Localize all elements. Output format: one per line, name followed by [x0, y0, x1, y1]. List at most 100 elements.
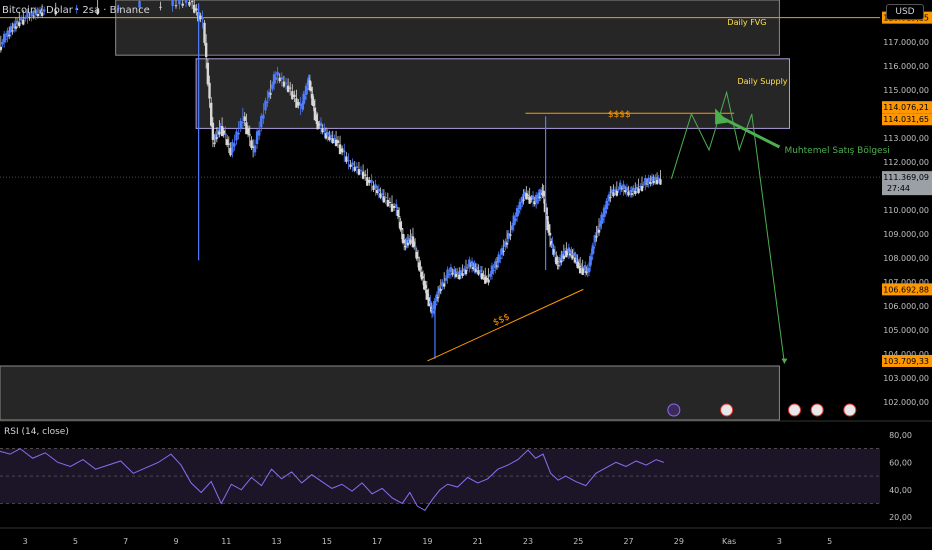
candle-body: [206, 62, 210, 85]
candle-body: [255, 131, 259, 144]
candle-body: [644, 177, 647, 185]
projection-arrowhead: [781, 358, 788, 364]
candle-body: [416, 257, 420, 259]
candle-body: [396, 210, 400, 216]
candle-body: [269, 93, 272, 95]
candle-body: [262, 114, 265, 119]
candle-body: [615, 190, 619, 196]
candle-body: [190, 1, 194, 3]
y-tick-label: 115.000,00: [883, 86, 929, 95]
y-tick-label: 110.000,00: [883, 206, 929, 215]
candle-body: [402, 240, 406, 244]
candle-body: [400, 228, 403, 230]
candle-body: [211, 122, 215, 140]
candle-body: [418, 262, 421, 271]
candle-body: [4, 38, 8, 40]
candle-body: [572, 253, 576, 256]
candle-body: [547, 224, 550, 233]
candle-body: [548, 232, 552, 236]
candle-body: [470, 261, 474, 266]
candle-body: [618, 182, 622, 190]
candle-body: [519, 205, 523, 207]
candle-body: [655, 180, 659, 184]
candle-body: [395, 204, 398, 208]
liquidity-label-top: $$$$: [608, 110, 631, 120]
candle-body: [580, 266, 583, 268]
candle-body: [634, 190, 637, 194]
candle-body: [424, 285, 427, 289]
liquidity-line-bottom: [427, 288, 584, 362]
chart-canvas[interactable]: Daily FVGDaily Supply$$$$$$$Muhtemel Sat…: [0, 0, 932, 550]
candle-body: [494, 261, 497, 269]
annotation-label: Muhtemel Satış Bölgesi: [784, 146, 889, 156]
candle-body: [199, 15, 202, 20]
x-tick-label: 19: [422, 537, 432, 546]
candle-body: [203, 22, 206, 43]
candle-body: [355, 166, 359, 168]
candle-body: [19, 18, 23, 21]
rsi-tick-label: 20,00: [889, 513, 912, 522]
y-tick-label: 116.000,00: [883, 62, 929, 71]
candle-body: [479, 270, 482, 272]
flag-icon: [843, 403, 857, 417]
candle-body: [612, 192, 615, 196]
candle-body: [323, 128, 326, 131]
candle-body: [499, 257, 502, 259]
candle-body: [257, 130, 261, 136]
candle-body: [0, 46, 3, 51]
candle-body: [366, 177, 369, 186]
candle-body: [448, 273, 451, 276]
y-tick-label: 109.000,00: [883, 230, 929, 239]
candle-body: [444, 278, 448, 281]
candle-body: [567, 247, 571, 253]
candle-body: [652, 180, 655, 184]
candle-body: [557, 265, 560, 267]
candle-body: [490, 265, 494, 274]
x-tick-label: 27: [623, 537, 633, 546]
candle-body: [601, 218, 604, 221]
candle-body: [24, 18, 27, 19]
candle-body: [551, 243, 554, 246]
candle-body: [420, 272, 423, 280]
lightning-icon: [667, 403, 681, 417]
candle-body: [590, 257, 593, 261]
candle-body: [536, 200, 539, 202]
candle-body: [423, 280, 426, 290]
y-tick-label: 106.000,00: [883, 302, 929, 311]
candle-body: [213, 142, 216, 144]
candle-body: [293, 94, 296, 97]
candle-body: [159, 6, 162, 8]
candle-body: [8, 34, 11, 36]
candle-body: [406, 242, 410, 246]
candle-body: [246, 128, 250, 135]
candle-body: [606, 204, 610, 206]
candle-body: [594, 234, 597, 243]
candle-body: [184, 0, 188, 3]
candle-body: [280, 77, 284, 80]
y-tick-label: 103.000,00: [883, 374, 929, 383]
candle-body: [431, 310, 435, 314]
candle-body: [650, 176, 654, 182]
candle-body: [390, 204, 394, 212]
candle-body: [542, 190, 545, 197]
candle-body: [18, 22, 21, 27]
candle-body: [446, 269, 449, 278]
candle-body: [286, 85, 290, 92]
x-tick-label: 25: [573, 537, 583, 546]
candle-body: [531, 195, 535, 200]
candle-body: [171, 0, 174, 7]
candle-body: [343, 150, 346, 153]
candle-body: [489, 274, 492, 277]
candle-body: [537, 192, 540, 199]
candle-body: [397, 216, 401, 217]
price-tag-label: 114.031,65: [883, 115, 929, 124]
candle-body: [640, 186, 644, 191]
candle-body: [215, 137, 219, 139]
candle-body: [297, 102, 300, 106]
candle-body: [604, 210, 607, 214]
candle-body: [214, 134, 217, 140]
candle-body: [314, 114, 318, 122]
currency-button[interactable]: USD: [886, 4, 924, 20]
candle-body: [560, 260, 563, 263]
y-tick-label: 105.000,00: [883, 326, 929, 335]
